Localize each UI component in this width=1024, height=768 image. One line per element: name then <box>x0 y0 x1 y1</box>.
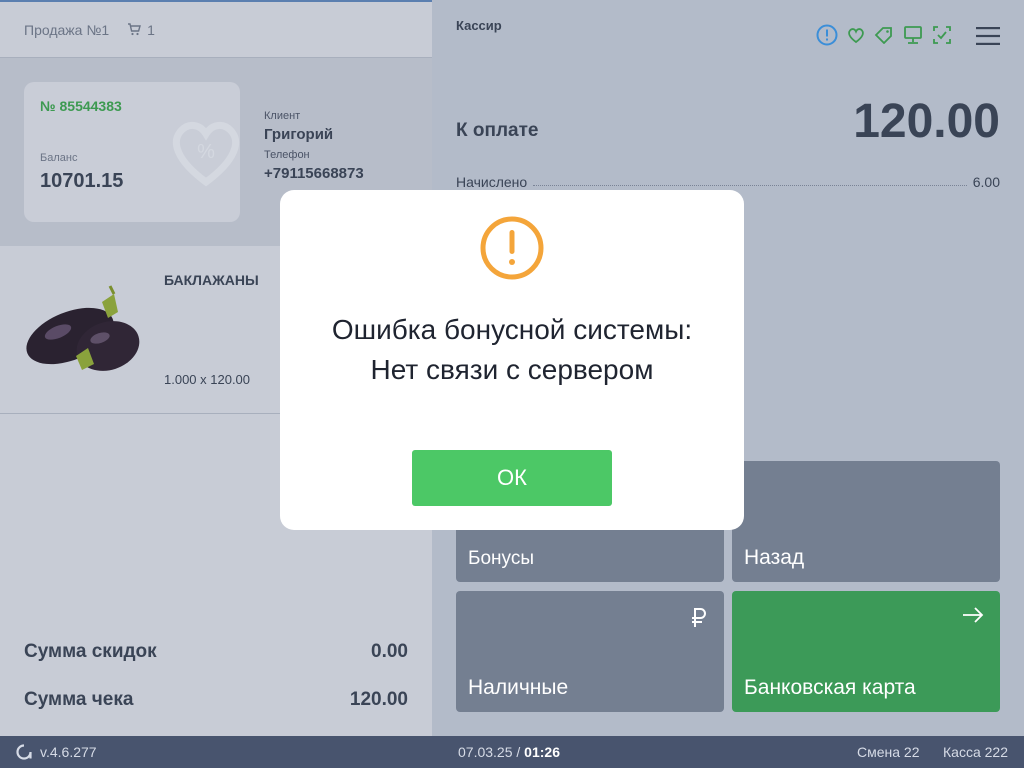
error-dialog: Ошибка бонусной системы: Нет связи с сер… <box>280 190 744 530</box>
error-message: Ошибка бонусной системы: Нет связи с сер… <box>331 314 693 385</box>
phone-label: Телефон <box>264 149 310 161</box>
cashier-label: Кассир <box>456 18 502 33</box>
svg-text:%: % <box>197 141 215 163</box>
heart-percent-icon: % <box>173 122 239 187</box>
scan-check-icon[interactable] <box>932 25 952 45</box>
product-qty-price: 1.000 x 120.00 <box>164 372 251 387</box>
cart-count: 1 <box>147 21 155 38</box>
date-text: 07.03.25 / <box>458 744 525 760</box>
bank-card-button-label: Банковская карта <box>744 676 916 699</box>
kassa-text: Касса 222 <box>943 744 1008 760</box>
monitor-icon[interactable] <box>903 25 923 45</box>
alert-icon[interactable] <box>816 24 838 46</box>
ruble-icon <box>692 608 706 627</box>
sale-header: Продажа №1 1 <box>0 0 432 58</box>
shift-text: Смена 22 <box>857 744 920 760</box>
version-info: v.4.6.277 <box>16 744 97 760</box>
balance-value: 10701.15 <box>40 170 124 192</box>
time-text: 01:26 <box>524 744 560 760</box>
client-phone: +79115668873 <box>264 165 364 182</box>
hamburger-menu-icon[interactable] <box>976 27 1000 45</box>
tag-icon[interactable] <box>874 26 894 44</box>
arrow-right-icon <box>963 607 984 623</box>
check-value: 120.00 <box>349 689 408 710</box>
datetime: 07.03.25 / 01:26 <box>458 744 560 760</box>
to-pay-label: К оплате <box>456 120 539 141</box>
heart-icon[interactable] <box>847 26 865 44</box>
cart-counter: 1 <box>127 22 155 38</box>
client-label: Клиент <box>264 110 301 122</box>
client-name: Григорий <box>264 126 334 143</box>
cart-icon <box>128 23 142 36</box>
back-button-label: Назад <box>744 546 805 569</box>
eggplant-image <box>26 285 140 371</box>
bonus-button-label: Бонусы <box>468 548 534 569</box>
sale-title[interactable]: Продажа №1 <box>24 22 109 38</box>
check-total-row: Сумма чека 120.00 <box>24 689 408 711</box>
discount-value: 0.00 <box>371 641 408 662</box>
version-text: v.4.6.277 <box>40 744 97 760</box>
accrued-label: Начислено <box>456 174 528 190</box>
discount-total-row: Сумма скидок 0.00 <box>24 641 408 663</box>
discount-label: Сумма скидок <box>24 641 157 662</box>
status-bar: v.4.6.277 07.03.25 / 01:26 Смена 22 Касс… <box>0 736 1024 768</box>
to-pay-amount: 120.00 <box>853 95 1000 148</box>
cash-button-label: Наличные <box>468 676 569 699</box>
status-icons <box>816 24 952 46</box>
cash-button[interactable]: Наличные <box>456 591 724 712</box>
client-info: Клиент Григорий Телефон +79115668873 <box>264 110 364 188</box>
back-button[interactable]: Назад <box>732 461 1000 582</box>
accrued-value: 6.00 <box>972 174 1000 190</box>
accrued-row: Начислено 6.00 <box>456 174 1000 190</box>
accrued-dots <box>533 185 967 186</box>
loyalty-card[interactable]: № 85544383 Баланс 10701.15 % <box>24 82 240 222</box>
balance-label: Баланс <box>40 152 78 164</box>
check-label: Сумма чека <box>24 689 134 710</box>
card-number: № 85544383 <box>40 98 122 114</box>
product-name: БАКЛАЖАНЫ <box>164 272 259 288</box>
warning-icon <box>480 216 544 280</box>
ok-button[interactable]: ОК <box>412 450 612 506</box>
bank-card-button[interactable]: Банковская карта <box>732 591 1000 712</box>
app-logo-icon <box>16 744 32 760</box>
